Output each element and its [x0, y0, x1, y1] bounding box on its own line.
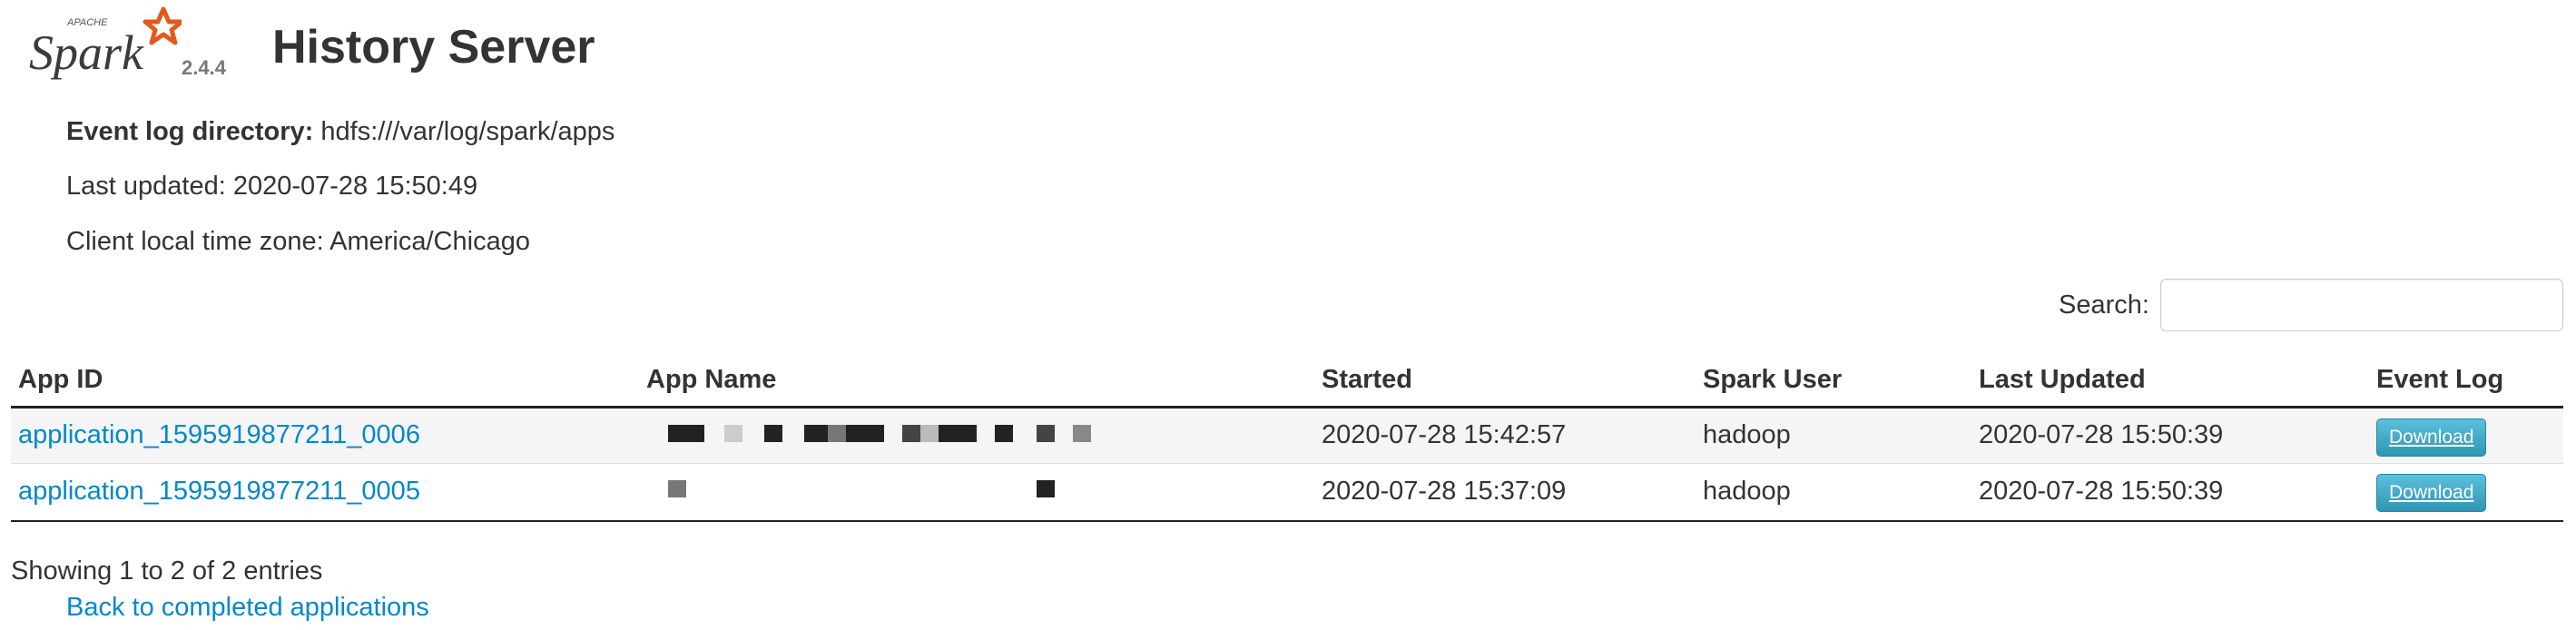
column-header-app-name[interactable]: App Name [639, 354, 1314, 407]
spark-logo[interactable]: APACHE Spark [27, 4, 182, 80]
app-name-cell [639, 407, 1314, 463]
column-header-last-updated[interactable]: Last Updated [1971, 354, 2369, 407]
download-button[interactable]: Download [2376, 418, 2487, 457]
search-input[interactable] [2160, 279, 2563, 331]
search-label: Search: [2059, 290, 2149, 320]
last-updated-cell: 2020-07-28 15:50:39 [1979, 420, 2224, 449]
table-row: application_1595919877211_0006 2020-07-2… [11, 407, 2563, 463]
app-id-cell: application_1595919877211_0006 [11, 407, 639, 463]
event-log-label: Event log directory: [66, 117, 314, 146]
spark-version: 2.4.4 [182, 56, 226, 79]
last-updated: Last updated: 2020-07-28 15:50:49 [66, 172, 478, 201]
column-header-started[interactable]: Started [1314, 354, 1696, 407]
column-header-spark-user[interactable]: Spark User [1696, 354, 1971, 407]
app-id-link[interactable]: application_1595919877211_0005 [18, 477, 420, 506]
started-cell: 2020-07-28 15:37:09 [1322, 476, 1567, 506]
event-log-value: hdfs:///var/log/spark/apps [320, 117, 615, 146]
logo-star-icon [143, 6, 182, 45]
event-log-directory: Event log directory: hdfs:///var/log/spa… [66, 116, 615, 147]
download-button[interactable]: Download [2376, 474, 2487, 513]
page-title: History Server [272, 21, 595, 74]
redacted-app-name[interactable] [646, 473, 1155, 509]
started-cell: 2020-07-28 15:42:57 [1322, 420, 1567, 449]
client-time-zone: Client local time zone: America/Chicago [66, 227, 530, 256]
logo-spark-text: Spark [29, 25, 144, 80]
entries-info: Showing 1 to 2 of 2 entries [11, 556, 323, 586]
spark-user-cell: hadoop [1703, 476, 1791, 506]
last-updated-cell: 2020-07-28 15:50:39 [1979, 476, 2224, 506]
app-id-cell: application_1595919877211_0005 [11, 463, 639, 519]
redacted-app-name[interactable] [646, 418, 1155, 454]
page-header: APACHE Spark 2.4.4 History Server [27, 4, 753, 85]
table-header-row: App ID App Name Started Spark User Last … [11, 354, 2563, 407]
event-log-cell: Download [2369, 463, 2563, 519]
table-row: application_1595919877211_0005 2020-07-2… [11, 463, 2563, 519]
column-header-event-log[interactable]: Event Log [2369, 354, 2563, 407]
back-to-completed-link[interactable]: Back to completed applications [66, 592, 429, 623]
app-name-cell [639, 463, 1314, 519]
spark-user-cell: hadoop [1703, 420, 1791, 449]
applications-table: App ID App Name Started Spark User Last … [11, 354, 2563, 519]
app-id-link[interactable]: application_1595919877211_0006 [18, 420, 420, 449]
event-log-cell: Download [2369, 407, 2563, 463]
column-header-app-id[interactable]: App ID [11, 354, 639, 407]
table-bottom-border [11, 520, 2563, 522]
